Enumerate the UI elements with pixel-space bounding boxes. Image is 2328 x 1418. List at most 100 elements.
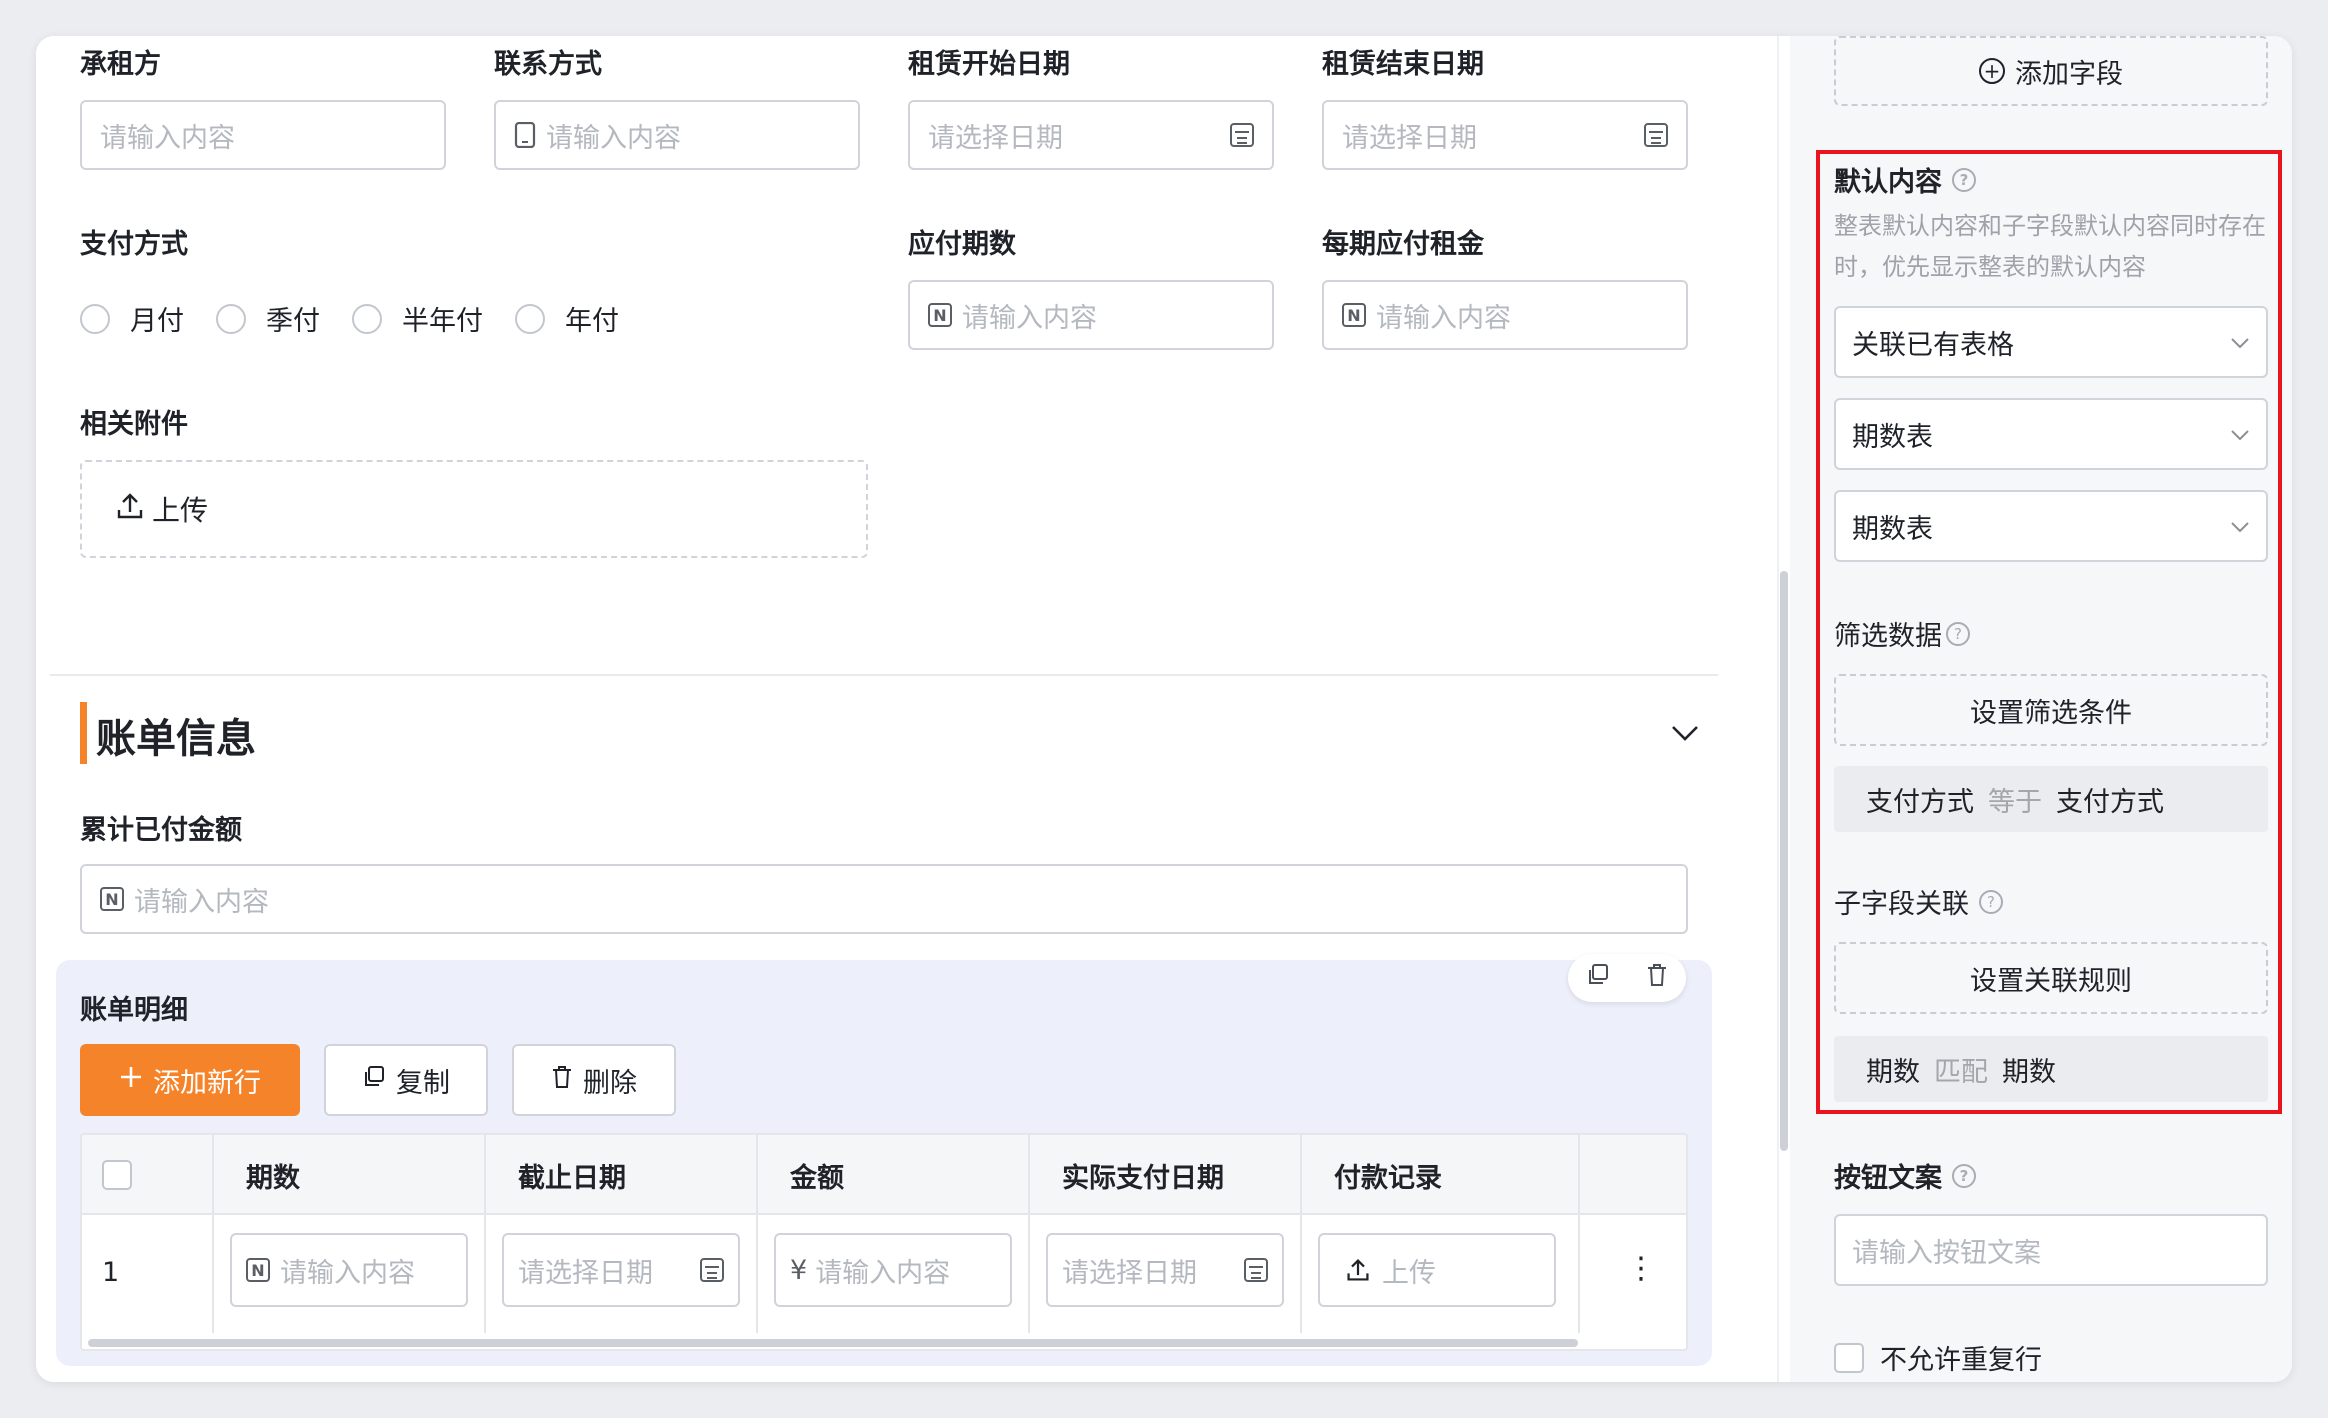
calendar-icon [1244,1258,1268,1282]
help-icon[interactable]: ? [1979,889,2003,914]
calendar-icon [1644,123,1668,147]
currency-icon: ¥ [790,1254,808,1286]
add-row-button[interactable]: 添加新行 [80,1044,300,1116]
rule-left: 期数 [1866,1056,1920,1088]
button-text-input[interactable]: 请输入按钮文案 [1834,1214,2268,1286]
rule-right: 期数 [2002,1056,2056,1088]
paid-total-input[interactable]: N 请输入内容 [80,864,1688,934]
phone-icon [514,122,536,148]
button-text-label: 按钮文案 ? [1834,1156,1976,1195]
radio-label: 月付 [130,306,184,337]
rent-placeholder: 请输入内容 [1376,302,1511,334]
link-rule[interactable]: 期数 匹配 期数 [1834,1036,2268,1102]
vertical-scrollbar[interactable] [1780,571,1788,1151]
lease-end-placeholder: 请选择日期 [1342,122,1477,154]
lease-start-placeholder: 请选择日期 [928,122,1063,154]
due-date-cell-picker[interactable]: 请选择日期 [502,1233,740,1307]
table-header: 期数 截止日期 金额 实际支付日期 付款记录 [82,1135,1686,1215]
copy-icon[interactable] [1586,963,1610,993]
tenant-input[interactable]: 请输入内容 [80,100,446,170]
tenant-placeholder: 请输入内容 [100,122,235,154]
amount-cell-input[interactable]: ¥ 请输入内容 [774,1233,1012,1307]
set-filter-label: 设置筛选条件 [1970,697,2132,729]
link-table-select[interactable]: 关联已有表格 [1834,306,2268,378]
table-select[interactable]: 期数表 [1834,398,2268,470]
header-select-cell [82,1135,214,1215]
contact-input[interactable]: 请输入内容 [494,100,860,170]
paid-date-cell-picker[interactable]: 请选择日期 [1046,1233,1284,1307]
rule-left: 支付方式 [1866,786,1974,818]
trash-icon [551,1065,573,1096]
radio-half-yearly[interactable]: 半年付 [352,299,483,338]
cell-placeholder: 请选择日期 [518,1257,653,1289]
number-icon: N [1342,303,1366,327]
cell-placeholder: 上传 [1382,1257,1436,1289]
radio-circle[interactable] [80,303,110,334]
set-link-rule-button[interactable]: 设置关联规则 [1834,942,2268,1014]
more-vertical-icon[interactable]: ⋮ [1626,1251,1656,1286]
copy-icon [362,1065,386,1096]
lease-end-date-picker[interactable]: 请选择日期 [1322,100,1688,170]
column-header: 截止日期 [486,1135,758,1215]
copy-label: 复制 [396,1067,450,1099]
chevron-down-icon[interactable] [1670,712,1700,752]
delete-button[interactable]: 删除 [512,1044,676,1116]
horizontal-scrollbar[interactable] [88,1339,1578,1347]
help-icon[interactable]: ? [1946,621,1970,646]
help-icon[interactable]: ? [1952,167,1976,192]
calendar-icon [1230,123,1254,147]
help-icon[interactable]: ? [1952,1163,1976,1188]
rent-label: 每期应付租金 [1322,229,1484,260]
no-duplicate-checkbox[interactable] [1834,1342,1864,1373]
column-header: 金额 [758,1135,1030,1215]
panel-gutter [1739,36,1779,1382]
set-filter-button[interactable]: 设置筛选条件 [1834,674,2268,746]
number-icon: N [246,1258,270,1282]
radio-circle[interactable] [515,303,545,334]
filter-data-text: 筛选数据 [1834,621,1942,652]
periods-placeholder: 请输入内容 [962,302,1097,334]
no-duplicate-label: 不允许重复行 [1880,1345,2042,1376]
cell-placeholder: 请输入内容 [280,1257,415,1289]
section-divider [50,674,1718,676]
radio-yearly[interactable]: 年付 [515,299,619,338]
radio-quarterly[interactable]: 季付 [216,299,320,338]
radio-circle[interactable] [216,303,246,334]
trash-icon[interactable] [1646,963,1668,993]
tenant-label: 承租方 [80,49,161,80]
table-cell: 请选择日期 [486,1215,758,1333]
rent-number-input[interactable]: N 请输入内容 [1322,280,1688,350]
no-duplicate-row-option[interactable]: 不允许重复行 [1834,1338,2042,1377]
default-content-hint: 整表默认内容和子字段默认内容同时存在时，优先显示整表的默认内容 [1834,212,2266,281]
upload-icon [116,492,144,527]
period-cell-input[interactable]: N 请输入内容 [230,1233,468,1307]
attachment-upload[interactable]: 上传 [80,460,868,558]
select-value: 期数表 [1852,513,1933,545]
lease-start-label: 租赁开始日期 [908,49,1070,80]
payment-record-upload[interactable]: 上传 [1318,1233,1556,1307]
radio-monthly[interactable]: 月付 [80,299,184,338]
chevron-down-icon [2230,514,2250,539]
field-select[interactable]: 期数表 [1834,490,2268,562]
column-header: 付款记录 [1302,1135,1580,1215]
add-field-button[interactable]: + 添加字段 [1834,36,2268,106]
periods-number-input[interactable]: N 请输入内容 [908,280,1274,350]
lease-end-label: 租赁结束日期 [1322,49,1484,80]
add-row-label: 添加新行 [153,1067,261,1099]
lease-start-date-picker[interactable]: 请选择日期 [908,100,1274,170]
button-text-text: 按钮文案 [1834,1163,1942,1194]
radio-label: 半年付 [402,306,483,337]
column-header: 期数 [214,1135,486,1215]
select-value: 期数表 [1852,421,1933,453]
set-link-rule-label: 设置关联规则 [1970,965,2132,997]
filter-data-label: 筛选数据 ? [1834,614,1970,653]
copy-button[interactable]: 复制 [324,1044,488,1116]
default-content-text: 默认内容 [1834,167,1942,198]
filter-rule[interactable]: 支付方式 等于 支付方式 [1834,766,2268,832]
bill-details-title: 账单明细 [80,995,188,1026]
section-accent-bar [80,702,87,764]
select-all-checkbox[interactable] [102,1160,132,1190]
button-text-placeholder: 请输入按钮文案 [1852,1237,2041,1269]
upload-label: 上传 [152,494,209,527]
radio-circle[interactable] [352,303,382,334]
